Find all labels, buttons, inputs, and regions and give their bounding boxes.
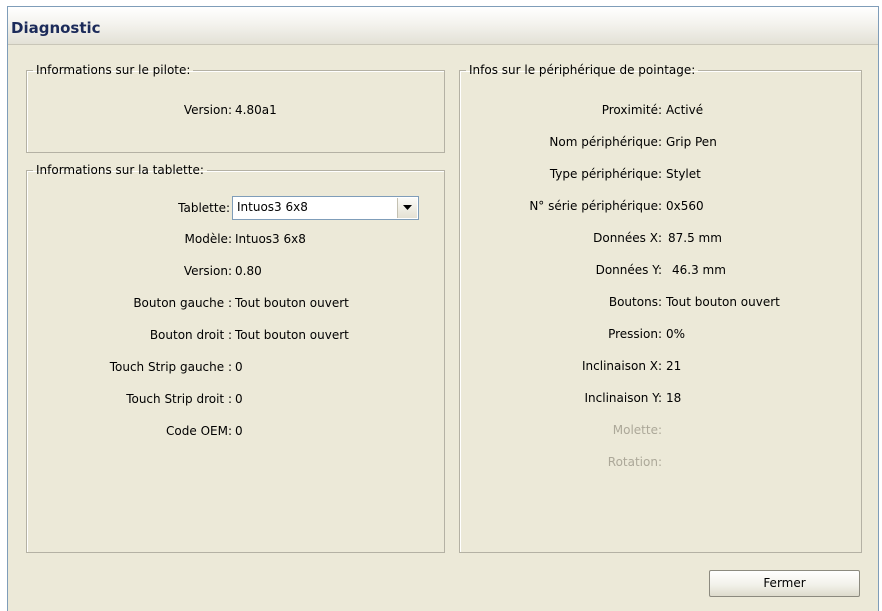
diagnostic-window: Diagnostic Informations sur le pilote: V… bbox=[7, 6, 879, 611]
device-serial-label: N° série périphérique: bbox=[529, 199, 662, 213]
rotation-label: Rotation: bbox=[607, 455, 662, 469]
tilt-y-label: Inclinaison Y: bbox=[584, 391, 663, 405]
device-type-row: Type périphérique: Stylet bbox=[8, 165, 701, 183]
wheel-label: Molette: bbox=[612, 423, 662, 437]
rotation-row: Rotation: bbox=[8, 453, 662, 471]
tilt-y-row: Inclinaison Y: 18 bbox=[8, 389, 682, 407]
device-type-label: Type périphérique: bbox=[549, 167, 662, 181]
tilt-x-row: Inclinaison X: 21 bbox=[8, 357, 681, 375]
tilt-x-value: 21 bbox=[666, 359, 682, 373]
buttons-row: Boutons: Tout bouton ouvert bbox=[8, 293, 780, 311]
tilt-x-label: Inclinaison X: bbox=[582, 359, 662, 373]
device-name-row: Nom périphérique: Grip Pen bbox=[8, 133, 716, 151]
data-y-value: 46.3 mm bbox=[672, 263, 726, 277]
data-y-label: Données Y: bbox=[595, 263, 662, 277]
pointer-info-legend: Infos sur le périphérique de pointage: bbox=[469, 63, 696, 77]
wheel-row: Molette: bbox=[8, 421, 662, 439]
device-type-value: Stylet bbox=[666, 167, 701, 181]
device-name-label: Nom périphérique: bbox=[549, 135, 662, 149]
pressure-value: 0% bbox=[666, 327, 686, 341]
pressure-label: Pression: bbox=[608, 327, 662, 341]
title-bar: Diagnostic bbox=[8, 7, 878, 45]
data-x-label: Données X: bbox=[593, 231, 662, 245]
device-serial-value: 0x560 bbox=[666, 199, 704, 213]
buttons-label: Boutons: bbox=[608, 295, 662, 309]
device-name-value: Grip Pen bbox=[666, 135, 717, 149]
tilt-y-value: 18 bbox=[666, 391, 682, 405]
buttons-value: Tout bouton ouvert bbox=[666, 295, 780, 309]
data-x-row: Données X: 87.5 mm bbox=[8, 229, 722, 247]
proximity-label: Proximité: bbox=[601, 103, 662, 117]
device-serial-row: N° série périphérique: 0x560 bbox=[8, 197, 703, 215]
close-button[interactable]: Fermer bbox=[709, 570, 860, 597]
window-title: Diagnostic bbox=[11, 19, 101, 37]
proximity-value: Activé bbox=[666, 103, 704, 117]
proximity-row: Proximité: Activé bbox=[8, 101, 703, 119]
data-x-value: 87.5 mm bbox=[668, 231, 722, 245]
data-y-row: Données Y: 46.3 mm bbox=[8, 261, 726, 279]
driver-info-legend: Informations sur le pilote: bbox=[36, 63, 191, 77]
pressure-row: Pression: 0% bbox=[8, 325, 685, 343]
